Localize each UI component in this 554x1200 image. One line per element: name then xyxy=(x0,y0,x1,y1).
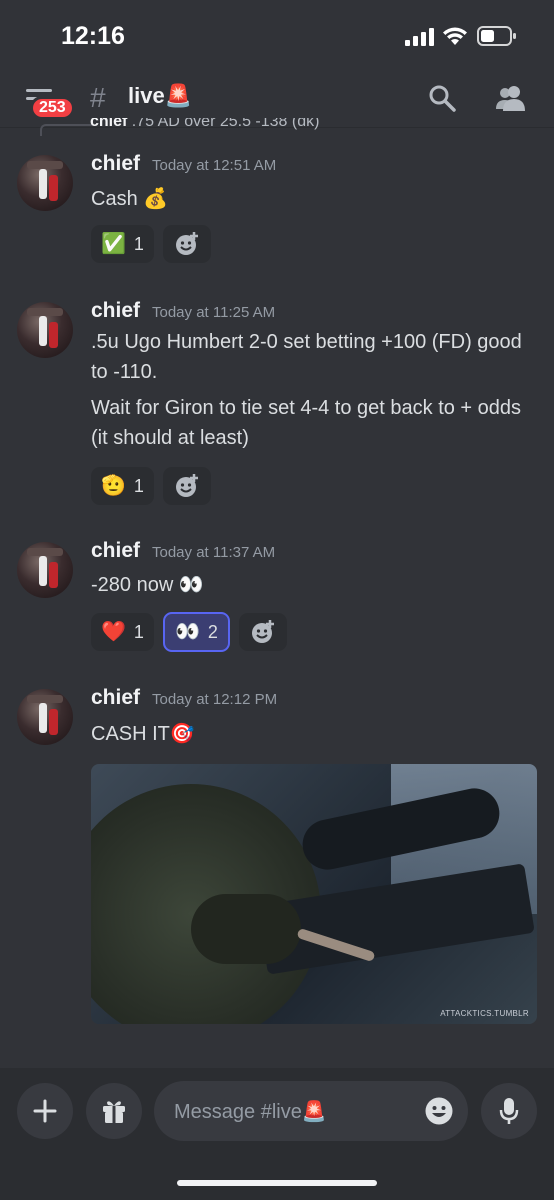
gif-attachment[interactable]: ATTACKTICS.TUMBLR xyxy=(91,764,537,1024)
reply-text: .75 AD over 25.5 -138 (dk) xyxy=(131,118,320,130)
message-timestamp: Today at 11:25 AM xyxy=(152,304,276,321)
message-author[interactable]: chief xyxy=(91,539,140,563)
add-attachment-button[interactable] xyxy=(17,1083,73,1139)
reaction-eyes[interactable]: 👀 2 xyxy=(163,612,230,652)
reaction-salute[interactable]: 🫡 1 xyxy=(91,467,154,505)
reaction-emoji: 👀 xyxy=(175,621,200,643)
home-indicator xyxy=(177,1180,377,1186)
reaction-count: 1 xyxy=(133,621,144,642)
message-text: .5u Ugo Humbert 2-0 set betting +100 (FD… xyxy=(91,331,522,383)
wifi-icon xyxy=(443,27,467,45)
reaction-emoji: ❤️ xyxy=(101,621,126,643)
members-icon[interactable] xyxy=(494,84,528,112)
voice-message-button[interactable] xyxy=(481,1083,537,1139)
message-author[interactable]: chief xyxy=(91,152,140,176)
gif-watermark: ATTACKTICS.TUMBLR xyxy=(440,1009,529,1018)
search-icon[interactable] xyxy=(428,84,456,112)
reaction-emoji: 🫡 xyxy=(101,475,126,497)
emoji-picker-icon[interactable] xyxy=(424,1096,454,1126)
reply-connector xyxy=(40,124,92,136)
reaction-heart[interactable]: ❤️ 1 xyxy=(91,613,154,651)
add-reaction-icon xyxy=(176,232,198,255)
reaction-count: 2 xyxy=(207,621,218,642)
avatar[interactable] xyxy=(17,302,73,358)
microphone-icon xyxy=(499,1098,519,1124)
add-reaction-button[interactable] xyxy=(239,613,287,651)
message-timestamp: Today at 12:51 AM xyxy=(152,157,277,174)
reaction-emoji: ✅ xyxy=(101,233,126,255)
message-timestamp: Today at 12:12 PM xyxy=(152,691,278,708)
message-input-placeholder: Message #live🚨 xyxy=(174,1100,327,1123)
reaction-count: 1 xyxy=(133,233,144,254)
battery-icon xyxy=(477,26,516,46)
gift-icon xyxy=(103,1101,125,1123)
reaction-check[interactable]: ✅ 1 xyxy=(91,225,154,263)
add-reaction-icon xyxy=(176,474,198,497)
message-author[interactable]: chief xyxy=(91,686,140,710)
message-text: CASH IT🎯 xyxy=(91,723,195,745)
avatar[interactable] xyxy=(17,542,73,598)
gift-button[interactable] xyxy=(86,1083,142,1139)
channel-title[interactable]: live🚨 xyxy=(128,83,192,109)
status-time: 12:16 xyxy=(61,22,125,50)
status-bar: 12:16 xyxy=(0,0,554,70)
add-reaction-icon xyxy=(252,620,274,643)
plus-icon xyxy=(33,1099,57,1123)
cellular-signal-icon xyxy=(405,28,434,46)
channel-hash-icon: # xyxy=(90,82,106,113)
message-text: Wait for Giron to tie set 4-4 to get bac… xyxy=(91,397,522,449)
add-reaction-button[interactable] xyxy=(163,225,211,263)
reply-author: chief xyxy=(90,118,128,130)
reply-preview[interactable]: chief .75 AD over 25.5 -138 (dk) xyxy=(90,118,530,134)
message-text: Cash 💰 xyxy=(91,188,169,210)
message-text: -280 now 👀 xyxy=(91,574,204,596)
unread-badge: 253 xyxy=(30,96,75,120)
avatar[interactable] xyxy=(17,155,73,211)
add-reaction-button[interactable] xyxy=(163,467,211,505)
message-input[interactable]: Message #live🚨 xyxy=(154,1081,468,1141)
avatar[interactable] xyxy=(17,689,73,745)
message-timestamp: Today at 11:37 AM xyxy=(152,544,276,561)
message-author[interactable]: chief xyxy=(91,299,140,323)
reaction-count: 1 xyxy=(133,475,144,496)
